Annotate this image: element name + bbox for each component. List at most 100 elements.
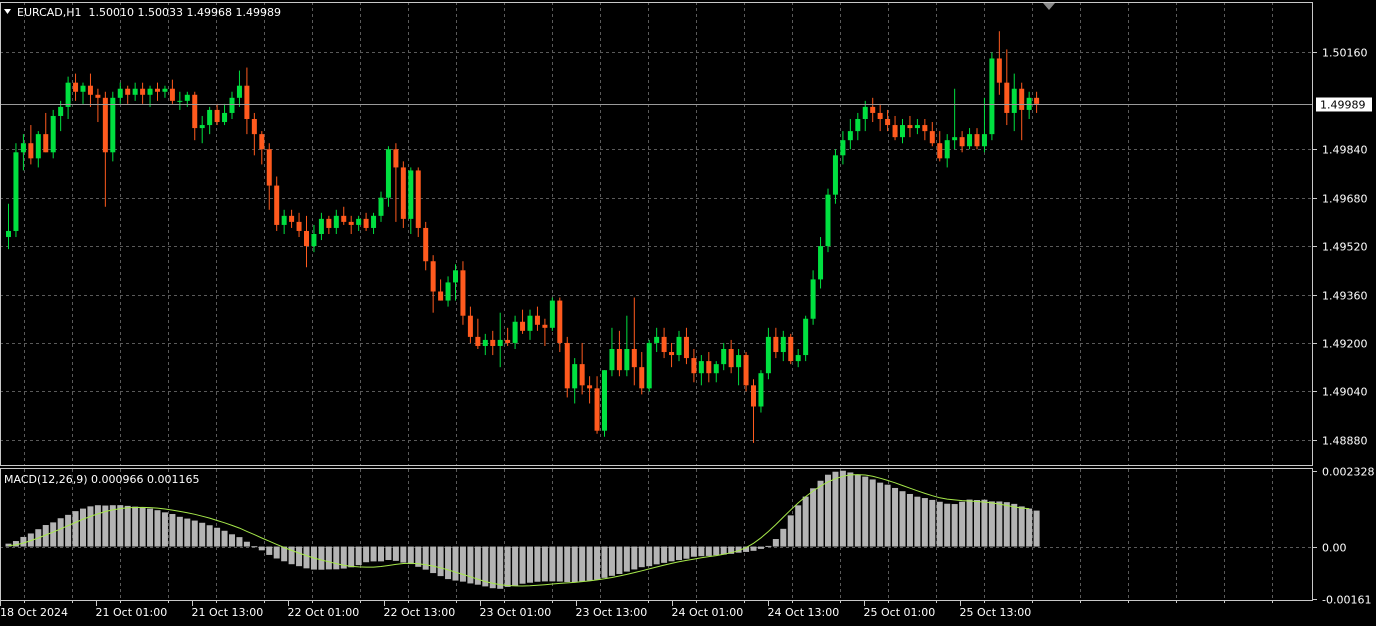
- bullish-candle[interactable]: [989, 52, 995, 141]
- candle-body: [73, 82, 79, 92]
- macd-histogram-bar: [266, 546, 273, 555]
- candle-body: [922, 125, 928, 132]
- candle-body: [438, 291, 444, 301]
- time-axis-tick-label: 22 Oct 13:00: [384, 606, 456, 619]
- macd-histogram-bar: [780, 528, 787, 547]
- candle-body: [609, 349, 615, 371]
- candle-body: [1011, 88, 1017, 113]
- candle-body: [155, 88, 160, 92]
- candle-body: [475, 336, 481, 346]
- candle-body: [646, 342, 652, 389]
- candle-body: [780, 336, 786, 353]
- bearish-candle[interactable]: [400, 161, 406, 228]
- macd-histogram-bar: [378, 546, 384, 562]
- candle-body: [661, 336, 667, 353]
- time-axis-tick-label: 21 Oct 01:00: [96, 606, 168, 619]
- macd-histogram-bar: [12, 541, 19, 547]
- trading-chart-terminal[interactable]: 1.50160 1.49840 1.49680 1.49520 1.49360 1.492…: [0, 0, 1376, 626]
- macd-histogram-bar: [147, 508, 154, 547]
- time-axis-tick-label: 21 Oct 13:00: [192, 606, 264, 619]
- candle-body: [818, 246, 824, 280]
- macd-histogram-bar: [608, 546, 615, 576]
- bullish-candle[interactable]: [549, 297, 555, 331]
- candle-body: [184, 94, 190, 101]
- macd-histogram-bar: [303, 546, 310, 569]
- macd-histogram-bar: [422, 546, 429, 570]
- macd-histogram-bar: [169, 514, 176, 547]
- candle-body: [423, 227, 429, 262]
- bearish-candle[interactable]: [788, 333, 794, 365]
- candle-body: [199, 125, 205, 129]
- bullish-candle[interactable]: [50, 109, 56, 159]
- macd-histogram-bar: [489, 546, 496, 589]
- macd-histogram-bar: [191, 520, 198, 547]
- candle-body: [721, 349, 727, 365]
- candle-body: [944, 140, 950, 159]
- bearish-candle[interactable]: [460, 261, 466, 325]
- candle-body: [378, 197, 384, 216]
- macd-histogram-bar: [1018, 506, 1025, 547]
- macd-histogram-bar: [571, 546, 578, 583]
- bullish-candle[interactable]: [110, 91, 116, 162]
- macd-histogram-bar: [1033, 510, 1040, 547]
- macd-histogram-bar: [363, 546, 370, 563]
- macd-histogram-bar: [668, 546, 675, 562]
- macd-histogram-bar: [698, 546, 705, 557]
- macd-histogram-bar: [929, 499, 936, 547]
- bullish-candle[interactable]: [385, 146, 391, 207]
- current-price-label: 1.49989: [1320, 99, 1366, 112]
- candle-body: [125, 88, 131, 95]
- candle-body: [624, 349, 630, 371]
- candle-body: [751, 385, 756, 407]
- bullish-candle[interactable]: [13, 143, 19, 238]
- candle-body: [914, 125, 920, 129]
- candle-body: [251, 119, 257, 135]
- candle-body: [527, 315, 533, 331]
- macd-histogram-bar: [772, 539, 779, 547]
- macd-histogram-bar: [556, 546, 563, 582]
- macd-histogram-bar: [243, 541, 250, 547]
- candle-body: [58, 106, 64, 116]
- candle-body: [326, 218, 332, 228]
- candle-body: [244, 85, 250, 119]
- macd-histogram-bar: [765, 545, 772, 547]
- macd-histogram-bar: [653, 546, 660, 565]
- macd-histogram-bar: [877, 482, 884, 547]
- candle-body: [50, 115, 56, 153]
- macd-axis-tick-label: 0.00: [1322, 542, 1347, 555]
- candle-body: [20, 143, 26, 153]
- macd-histogram-bar: [94, 505, 101, 547]
- candle-body: [281, 215, 287, 225]
- macd-indicator-label: MACD(12,26,9) 0.000966 0.001165: [4, 473, 200, 486]
- macd-axis-tick-label: 0.002328: [1322, 466, 1375, 479]
- bullish-candle[interactable]: [758, 370, 764, 413]
- bullish-candle[interactable]: [602, 370, 607, 437]
- macd-histogram-bar: [57, 518, 64, 547]
- macd-histogram-bar: [854, 474, 861, 547]
- macd-histogram-bar: [318, 546, 325, 570]
- price-axis-tick-label: 1.49840: [1322, 144, 1368, 157]
- bearish-candle[interactable]: [564, 336, 570, 398]
- macd-histogram-bar: [757, 546, 764, 549]
- macd-histogram-bar: [497, 546, 504, 589]
- candle-body: [728, 349, 734, 368]
- candle-body: [825, 194, 831, 247]
- macd-histogram-bar: [87, 506, 94, 547]
- candle-body: [1034, 97, 1040, 104]
- macd-histogram-bar: [519, 546, 526, 584]
- candle-body: [363, 218, 369, 228]
- candle-body: [564, 342, 570, 389]
- bearish-candle[interactable]: [415, 167, 421, 238]
- candle-body: [892, 125, 898, 138]
- macd-histogram-bar: [676, 546, 682, 561]
- price-axis-tick-label: 1.48880: [1322, 435, 1368, 448]
- candle-body: [453, 270, 458, 283]
- bullish-candle[interactable]: [803, 315, 809, 362]
- bullish-candle[interactable]: [646, 339, 652, 392]
- macd-histogram-bar: [594, 546, 601, 580]
- bullish-candle[interactable]: [825, 188, 831, 253]
- candle-body: [810, 279, 816, 319]
- candle-body: [967, 134, 973, 147]
- candle-body: [80, 85, 86, 92]
- current-price-tag: 1.49989: [1316, 97, 1372, 112]
